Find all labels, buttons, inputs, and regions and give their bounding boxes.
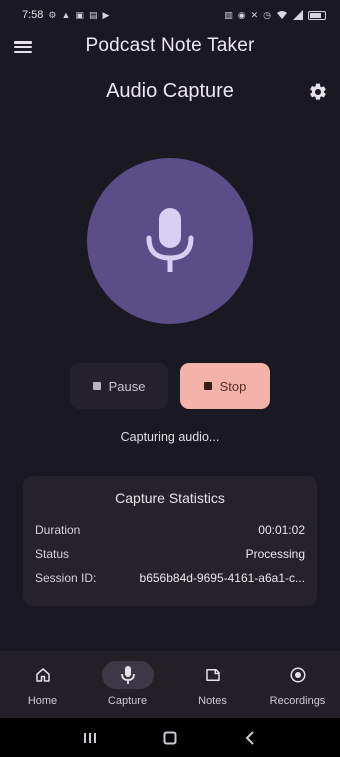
status-bar: 7:58 ⚙ ▲ ▣ ▤ ▶ ▥ ◉ ✕ ◷ xyxy=(0,0,340,30)
bottom-nav: Home Capture Notes Recordings xyxy=(0,651,340,718)
pause-button[interactable]: Pause xyxy=(70,363,168,409)
nav-label: Home xyxy=(27,695,58,707)
recents-icon xyxy=(84,732,96,743)
nav-label: Recordings xyxy=(269,695,326,707)
record-button[interactable] xyxy=(87,158,253,324)
mic-icon xyxy=(120,666,135,684)
stat-row-session: Session ID: b656b84d-9695-4161-a6a1-c... xyxy=(35,566,305,590)
home-icon xyxy=(35,668,50,682)
clipboard-icon: ▣ xyxy=(75,9,84,20)
stat-label: Duration xyxy=(35,523,81,537)
nav-item-home[interactable]: Home xyxy=(0,651,85,718)
gear-icon xyxy=(310,83,326,100)
battery-icon xyxy=(308,10,326,20)
home-system-button[interactable] xyxy=(155,723,185,753)
stop-label: Stop xyxy=(219,378,247,394)
app-bar: Podcast Note Taker xyxy=(0,30,340,64)
notification-icon: ▲ xyxy=(61,10,71,20)
nav-item-recordings[interactable]: Recordings xyxy=(255,651,340,718)
back-icon xyxy=(245,730,254,745)
capture-controls: Pause Stop xyxy=(70,363,270,409)
capture-status-text: Capturing audio... xyxy=(120,430,220,444)
nav-label: Capture xyxy=(107,695,148,707)
settings-button[interactable] xyxy=(308,82,328,102)
stat-row-duration: Duration 00:01:02 xyxy=(35,518,305,542)
stat-label: Status xyxy=(35,547,70,561)
mic-icon xyxy=(146,208,194,272)
alarm-icon: ◷ xyxy=(263,9,271,20)
app-title: Podcast Note Taker xyxy=(85,35,255,56)
media-icon: ▤ xyxy=(88,9,98,20)
play-icon: ▶ xyxy=(102,9,110,20)
recordings-icon xyxy=(290,667,305,683)
stat-label: Session ID: xyxy=(35,571,97,585)
notes-icon xyxy=(205,669,220,681)
status-time: 7:58 xyxy=(22,9,44,21)
pause-icon xyxy=(92,382,101,390)
nav-item-capture[interactable]: Capture xyxy=(85,651,170,718)
recents-button[interactable] xyxy=(75,723,105,753)
stop-button[interactable]: Stop xyxy=(180,363,270,409)
stat-row-status: Status Processing xyxy=(35,542,305,566)
stats-title: Capture Statistics xyxy=(115,490,225,506)
stat-value: b656b84d-9695-4161-a6a1-c... xyxy=(139,571,305,585)
pause-label: Pause xyxy=(108,378,146,394)
data-icon: ◉ xyxy=(237,9,246,20)
vibrate-icon: ▥ xyxy=(224,9,233,20)
stat-value: 00:01:02 xyxy=(258,523,305,537)
system-nav-bar xyxy=(0,718,340,757)
page-title: Audio Capture xyxy=(106,80,234,102)
signal-icon xyxy=(293,10,303,20)
nav-item-notes[interactable]: Notes xyxy=(170,651,255,718)
home-square-icon xyxy=(163,731,177,744)
stop-icon xyxy=(203,382,212,390)
stat-value: Processing xyxy=(245,547,305,561)
settings-icon: ⚙ xyxy=(48,9,57,20)
capture-statistics-card: Capture Statistics Duration 00:01:02 Sta… xyxy=(23,476,317,606)
mute-icon: ✕ xyxy=(250,9,259,20)
back-button[interactable] xyxy=(235,723,265,753)
nav-label: Notes xyxy=(198,695,227,707)
wifi-icon xyxy=(277,11,287,19)
